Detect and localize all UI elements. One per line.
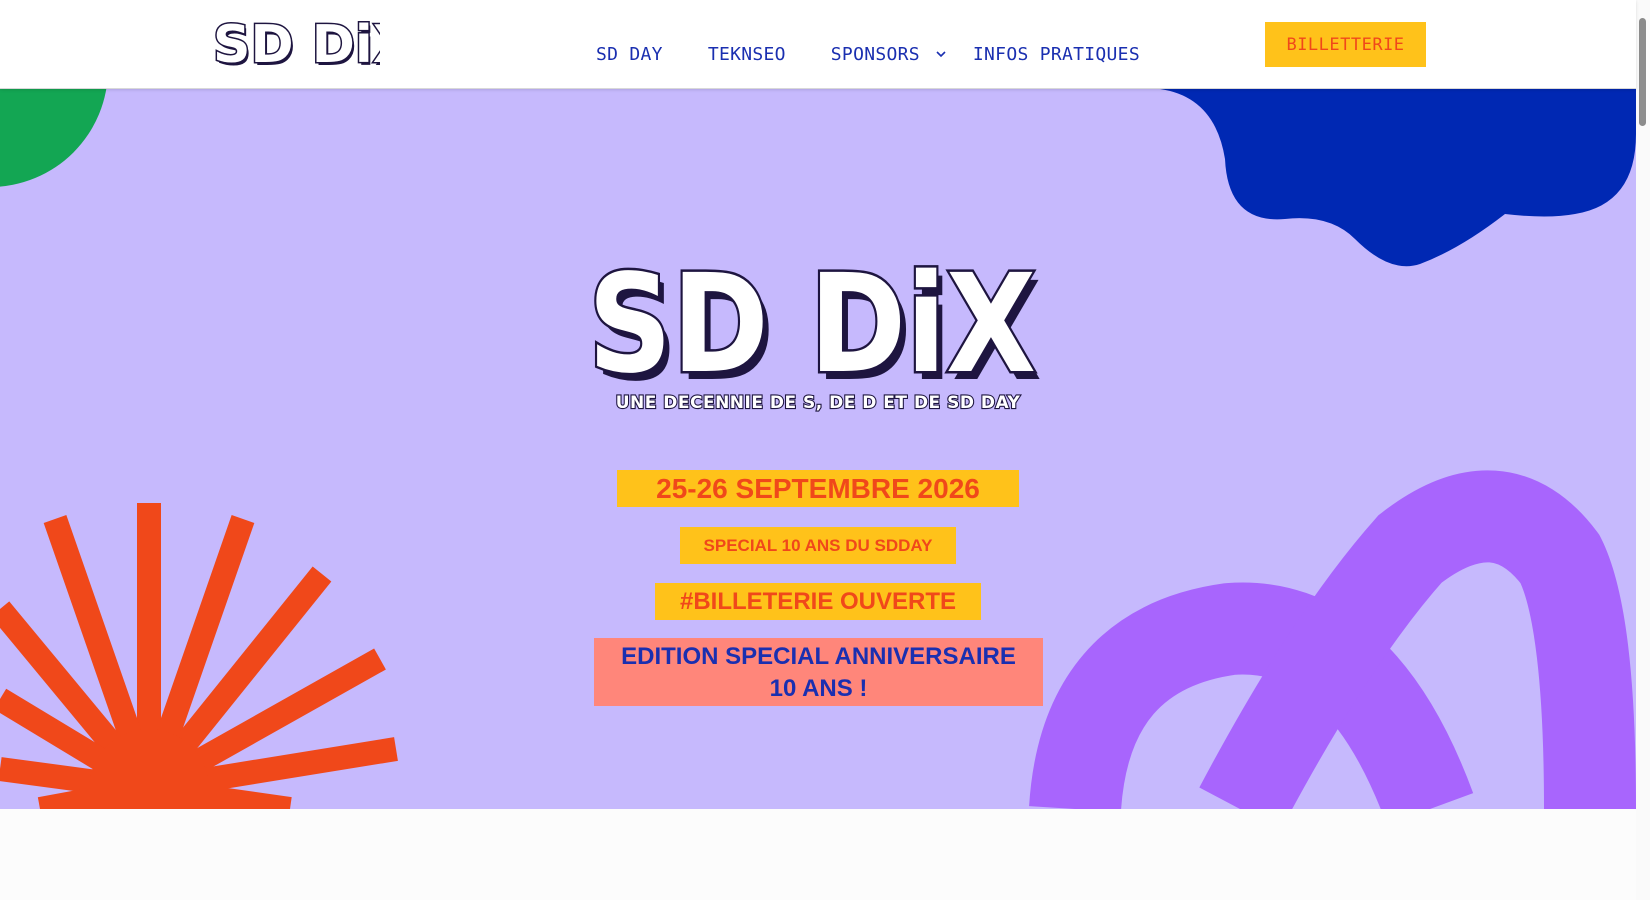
edition-anniversaire-banner: EDITION SPECIAL ANNIVERSAIRE 10 ANS ! xyxy=(594,638,1043,706)
site-logo[interactable]: SD DiX SD DiX xyxy=(212,14,415,79)
scrollbar-thumb[interactable] xyxy=(1639,18,1646,126)
green-circle-shape xyxy=(0,89,107,187)
site-header: SD DiX SD DiX SD DAY TEKNSEO SPONSORS IN… xyxy=(0,0,1636,89)
sd-dix-hero-logo-icon: SD DiX SD DiX xyxy=(586,244,1043,413)
sd-dix-logo-icon: SD DiX SD DiX xyxy=(212,14,415,79)
nav-item-teknseo[interactable]: TEKNSEO xyxy=(708,44,786,65)
page-scrollbar[interactable] xyxy=(1636,0,1650,900)
svg-text:SD DiX: SD DiX xyxy=(588,246,1036,381)
svg-text:SD DiX: SD DiX xyxy=(214,16,380,70)
blue-cloud-shape xyxy=(1160,89,1636,267)
hero-logo: SD DiX SD DiX xyxy=(586,241,1043,413)
nav-item-infos-pratiques[interactable]: INFOS PRATIQUES xyxy=(973,44,1140,65)
special-10-ans-badge: SPECIAL 10 ANS DU SDDAY xyxy=(680,527,956,564)
edition-line-2: 10 ANS ! xyxy=(769,675,868,702)
edition-line-1: EDITION SPECIAL ANNIVERSAIRE xyxy=(621,643,1016,670)
main-nav: SD DAY TEKNSEO SPONSORS INFOS PRATIQUES xyxy=(596,42,1140,66)
nav-item-sd-day[interactable]: SD DAY xyxy=(596,44,663,65)
hero-tagline: UNE DECENNIE DE S, DE D ET DE SD DAY xyxy=(615,392,1021,414)
hero-section: SD DiX SD DiX UNE DECENNIE DE S, DE D ET… xyxy=(0,89,1636,809)
chevron-down-icon[interactable] xyxy=(934,47,948,61)
nav-item-sponsors[interactable]: SPONSORS xyxy=(831,44,920,65)
purple-loop-shape xyxy=(1029,470,1636,809)
billetterie-ouverte-badge: #BILLETERIE OUVERTE xyxy=(655,583,981,620)
billetterie-button[interactable]: BILLETTERIE xyxy=(1265,22,1426,67)
event-date-badge: 25-26 SEPTEMBRE 2026 xyxy=(617,470,1019,507)
